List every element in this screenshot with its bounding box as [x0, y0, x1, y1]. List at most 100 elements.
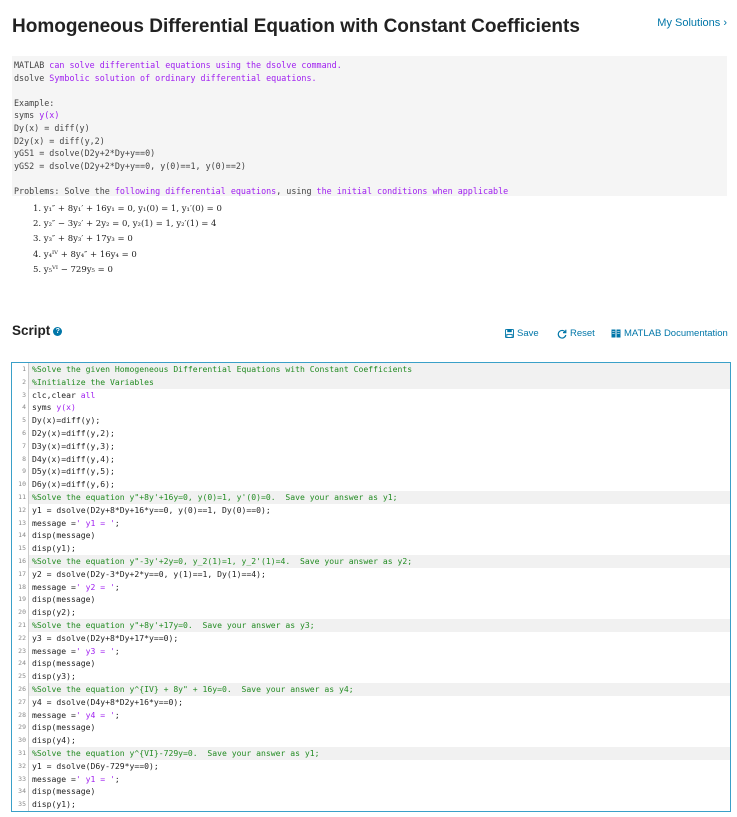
code-line[interactable]: 11 %Solve the equation y"+8y'+16y=0, y(0)…: [12, 490, 730, 504]
code-line[interactable]: 19 disp(message): [12, 593, 730, 607]
code-token: syms: [32, 402, 57, 413]
code-text: disp(y3);: [29, 670, 730, 683]
help-icon[interactable]: ?: [53, 327, 63, 336]
code-line[interactable]: 21 %Solve the equation y"+8y'+17y=0. Save…: [12, 618, 730, 632]
matlab-documentation-link[interactable]: MATLAB Documentation: [611, 328, 728, 339]
code-text: message =' y4 = ';: [29, 709, 730, 722]
code-line[interactable]: 16 %Solve the equation y"-3y'+2y=0, y_2(1…: [12, 554, 730, 568]
line-number: 12: [12, 503, 29, 517]
line-number: 16: [12, 554, 29, 568]
code-line[interactable]: 26 %Solve the equation y^{IV} + 8y" + 16y…: [12, 682, 730, 696]
code-text: Dy(x)=diff(y);: [29, 414, 730, 427]
code-line[interactable]: 31 %Solve the equation y^{VI}-729y=0. Sav…: [12, 746, 730, 760]
code-line[interactable]: 13 message =' y1 = ';: [12, 516, 730, 530]
problem-item: 1. y₁″ + 8y₁′ + 16y₁ = 0, y₁(0) = 1, y₁′…: [33, 204, 222, 214]
code-token: disp(message): [32, 594, 96, 605]
script-heading: Script?: [12, 323, 63, 338]
code-text: message =' y3 = ';: [29, 645, 730, 658]
code-text: y3 = dsolve(D2y+8*Dy+17*y==0);: [29, 632, 730, 645]
code-token: %Solve the equation y^{VI}-729y=0. Save …: [32, 747, 320, 758]
code-token: disp(message): [32, 786, 96, 797]
my-solutions-link[interactable]: My Solutions ›: [657, 17, 727, 29]
code-line[interactable]: 22 y3 = dsolve(D2y+8*Dy+17*y==0);: [12, 631, 730, 645]
code-line[interactable]: 34 disp(message): [12, 785, 730, 799]
line-number: 23: [12, 644, 29, 658]
code-line[interactable]: 2 %Initialize the Variables: [12, 375, 730, 389]
code-text: D5y(x)=diff(y,5);: [29, 465, 730, 478]
code-line[interactable]: 28 message =' y4 = ';: [12, 708, 730, 722]
code-token: D5y(x)=diff(y,5);: [32, 466, 115, 477]
line-number: 7: [12, 439, 29, 453]
script-title: Script: [12, 323, 51, 338]
reset-button[interactable]: Reset: [557, 328, 595, 339]
code-text: %Initialize the Variables: [29, 375, 730, 389]
code-line[interactable]: 15 disp(y1);: [12, 542, 730, 555]
line-number: 3: [12, 388, 29, 402]
code-text: %Solve the equation y^{IV} + 8y" + 16y=0…: [29, 682, 730, 696]
code-line[interactable]: 5 Dy(x)=diff(y);: [12, 414, 730, 427]
code-line[interactable]: 35 disp(y1);: [12, 798, 730, 811]
code-editor[interactable]: 1 %Solve the given Homogeneous Differenti…: [11, 362, 731, 812]
code-text: D6y(x)=diff(y,6);: [29, 478, 730, 491]
code-line[interactable]: 8 D4y(x)=diff(y,4);: [12, 452, 730, 466]
description-line: syms y(x): [14, 109, 725, 122]
code-line[interactable]: 12 y1 = dsolve(D2y+8*Dy+16*y==0, y(0)==1,…: [12, 503, 730, 517]
problem-item: 2. y₂″ − 3y₂′ + 2y₂ = 0, y₂(1) = 1, y₂′(…: [33, 219, 217, 230]
save-button[interactable]: Save: [505, 328, 539, 339]
code-token: D6y(x)=diff(y,6);: [32, 479, 115, 490]
line-number: 25: [12, 670, 29, 683]
code-line[interactable]: 6 D2y(x)=diff(y,2);: [12, 426, 730, 440]
code-text: disp(y1);: [29, 798, 730, 811]
code-text: %Solve the equation y^{VI}-729y=0. Save …: [29, 746, 730, 760]
code-line[interactable]: 18 message =' y2 = ';: [12, 580, 730, 594]
description-line: Example:: [14, 97, 725, 110]
code-text: message =' y1 = ';: [29, 773, 730, 786]
line-number: 24: [12, 657, 29, 671]
line-number: 34: [12, 785, 29, 799]
code-token: %Solve the equation y"+8y'+17y=0. Save y…: [32, 619, 315, 630]
code-line[interactable]: 32 y1 = dsolve(D6y-729*y==0);: [12, 759, 730, 773]
code-token: Dy(x)=diff(y);: [32, 415, 101, 426]
code-line[interactable]: 20 disp(y2);: [12, 606, 730, 619]
code-line[interactable]: 23 message =' y3 = ';: [12, 644, 730, 658]
code-line[interactable]: 3 clc,clear all: [12, 388, 730, 402]
code-token: ' y1 = ': [75, 773, 115, 784]
line-number: 27: [12, 695, 29, 709]
line-number: 4: [12, 401, 29, 415]
code-line[interactable]: 4 syms y(x): [12, 401, 730, 415]
description-line: yGS1 = dsolve(D2y+2*Dy+y==0): [14, 147, 725, 160]
code-text: message =' y2 = ';: [29, 581, 730, 594]
code-token: y(x): [56, 402, 76, 413]
problem-item: 4. y₄ᴵⱽ + 8y₄″ + 16y₄ = 0: [33, 249, 137, 260]
line-number: 14: [12, 529, 29, 543]
code-line[interactable]: 1 %Solve the given Homogeneous Differenti…: [12, 363, 730, 376]
description-line: D2y(x) = diff(y,2): [14, 135, 725, 148]
code-line[interactable]: 10 D6y(x)=diff(y,6);: [12, 478, 730, 491]
code-line[interactable]: 7 D3y(x)=diff(y,3);: [12, 439, 730, 453]
code-token: disp(y4);: [32, 735, 76, 746]
code-text: message =' y1 = ';: [29, 517, 730, 530]
code-text: disp(y1);: [29, 542, 730, 555]
code-line[interactable]: 30 disp(y4);: [12, 734, 730, 747]
code-text: clc,clear all: [29, 389, 730, 402]
code-token: %Initialize the Variables: [32, 376, 154, 387]
code-line[interactable]: 29 disp(message): [12, 721, 730, 735]
line-number: 13: [12, 516, 29, 530]
problem-list: 1. y₁″ + 8y₁′ + 16y₁ = 0, y₁(0) = 1, y₁′…: [33, 202, 222, 278]
code-line[interactable]: 25 disp(y3);: [12, 670, 730, 683]
code-line[interactable]: 33 message =' y1 = ';: [12, 772, 730, 786]
code-token: ' y1 = ': [75, 517, 115, 528]
code-line[interactable]: 17 y2 = dsolve(D2y-3*Dy+2*y==0, y(1)==1, …: [12, 567, 730, 581]
code-text: disp(y2);: [29, 606, 730, 619]
description-line: dsolve Symbolic solution of ordinary dif…: [14, 72, 725, 85]
line-number: 19: [12, 593, 29, 607]
code-line[interactable]: 9 D5y(x)=diff(y,5);: [12, 465, 730, 479]
code-line[interactable]: 27 y4 = dsolve(D4y+8*D2y+16*y==0);: [12, 695, 730, 709]
code-line[interactable]: 24 disp(message): [12, 657, 730, 671]
line-number: 1: [12, 363, 29, 376]
line-number: 20: [12, 606, 29, 619]
line-number: 21: [12, 618, 29, 632]
code-token: disp(message): [32, 530, 96, 541]
line-number: 6: [12, 426, 29, 440]
code-line[interactable]: 14 disp(message): [12, 529, 730, 543]
